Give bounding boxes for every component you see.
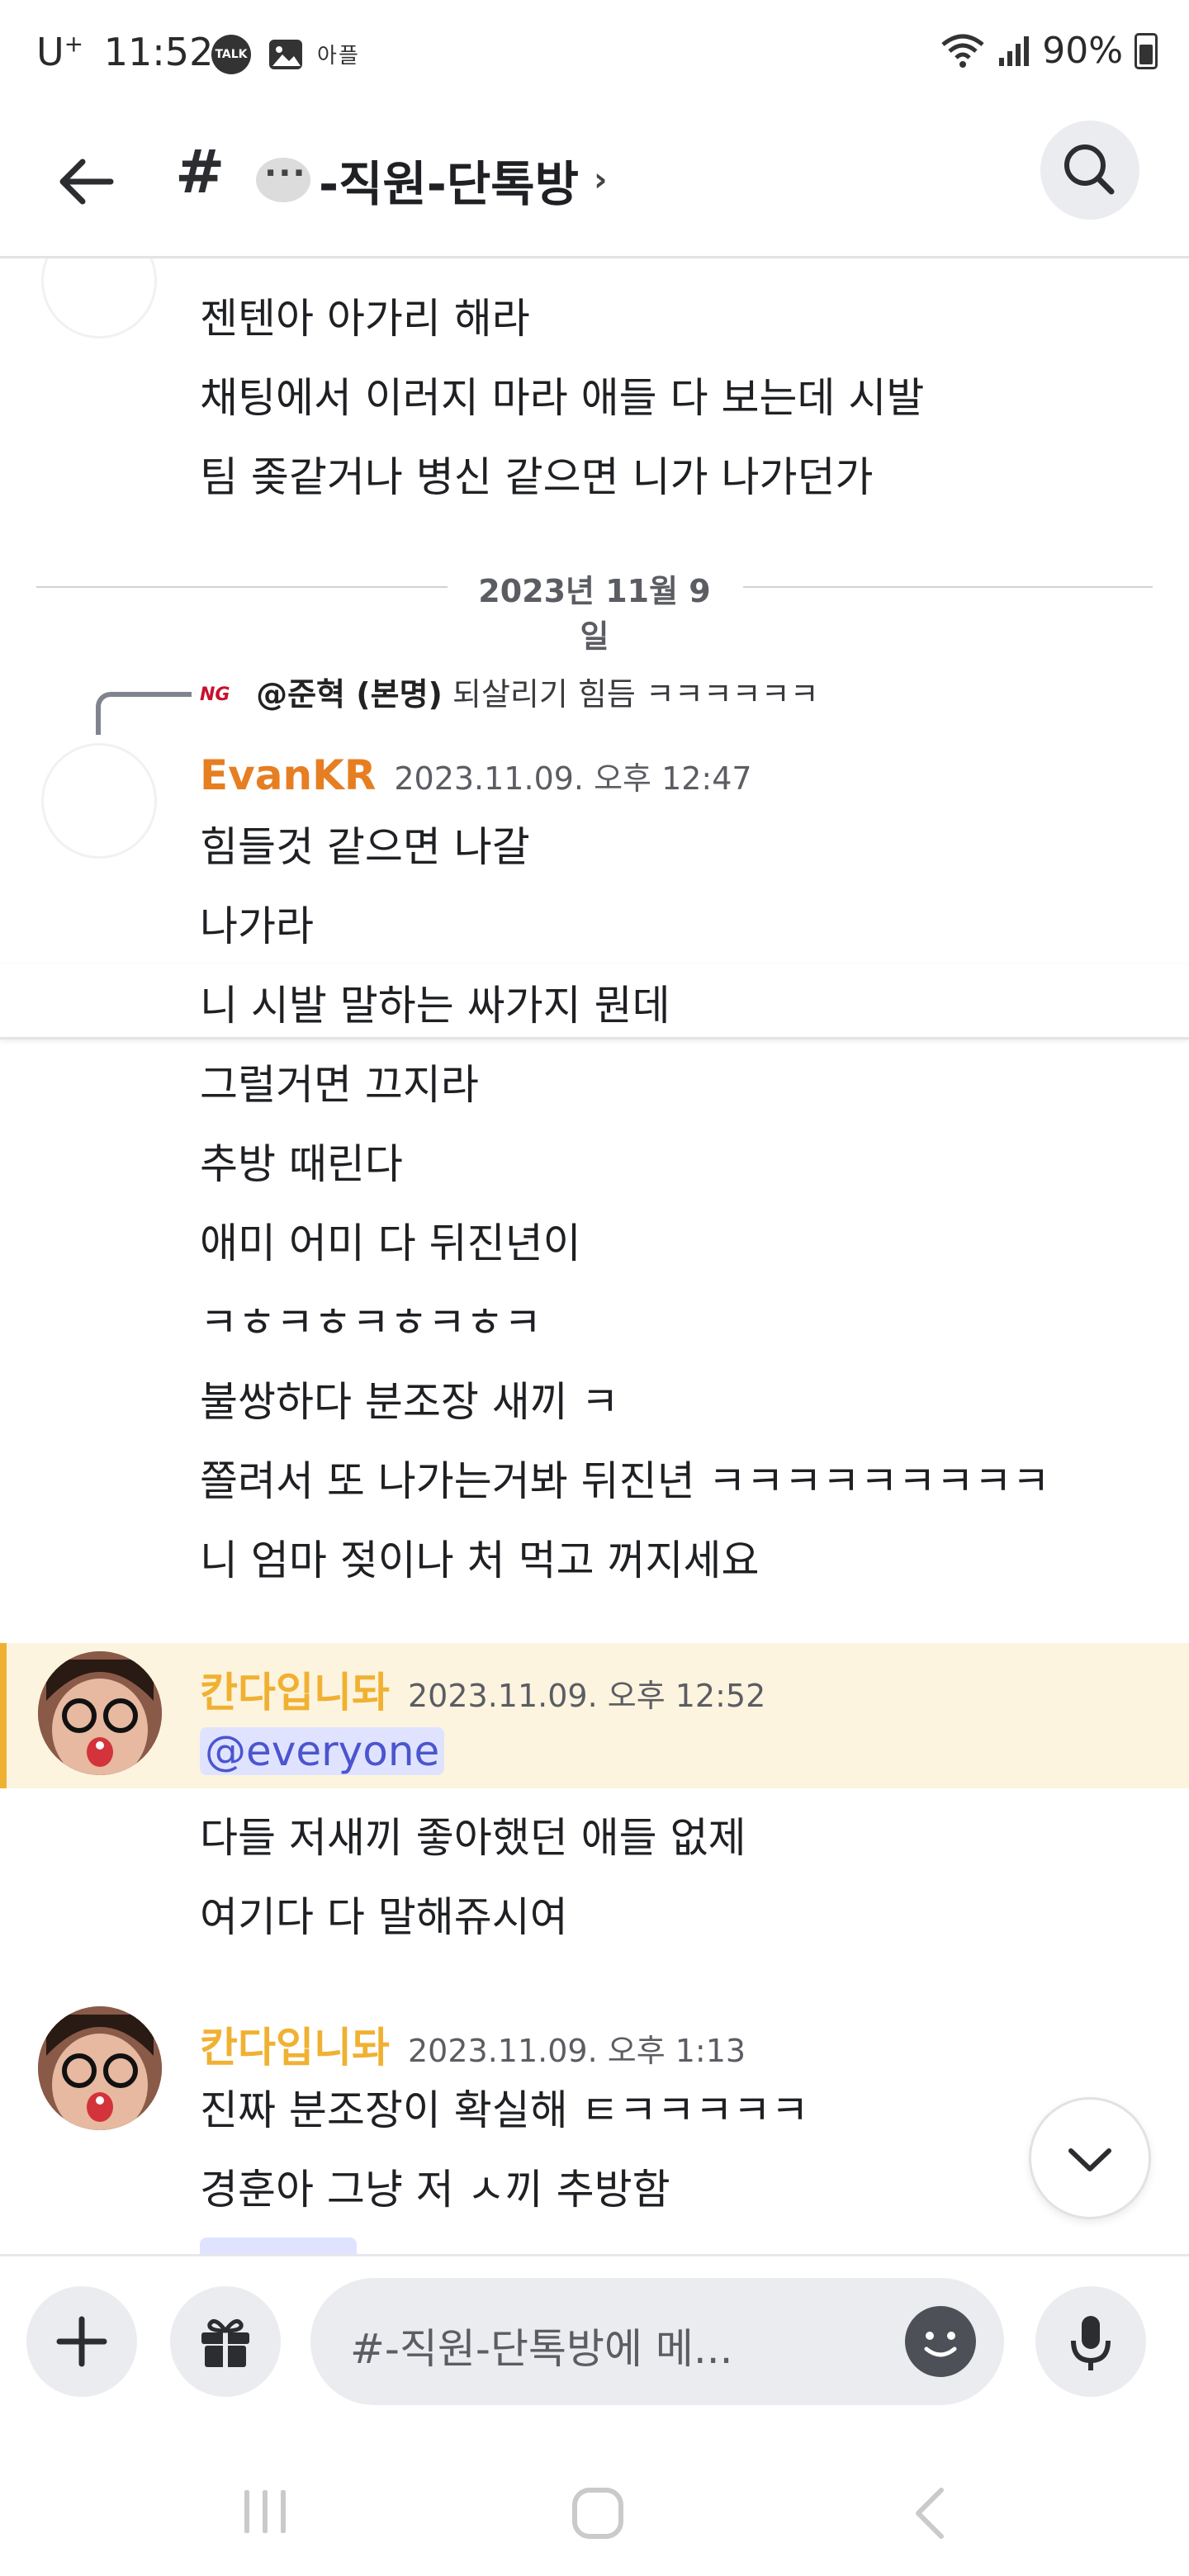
- app-notification-icon: 아플: [317, 35, 360, 74]
- message-line: 애미 어미 다 뒤진년이: [200, 1219, 581, 1267]
- reply-preview[interactable]: NG @준혁 (본명) 되살리기 힘듬 ㅋㅋㅋㅋㅋㅋ: [200, 669, 819, 714]
- nav-back-button[interactable]: [908, 2485, 950, 2545]
- avatar[interactable]: [41, 743, 157, 859]
- voice-button[interactable]: [1035, 2286, 1146, 2397]
- speech-bubble-icon: [256, 154, 310, 202]
- author-name[interactable]: 칸다입니돠: [200, 2024, 390, 2072]
- message-line: 추방 때린다: [200, 1140, 403, 1188]
- arrow-left-icon: [59, 159, 114, 205]
- avatar[interactable]: [38, 2006, 162, 2130]
- status-right: 90%: [940, 30, 1158, 72]
- plus-icon: [56, 2316, 107, 2367]
- message-line: 진짜 분조장이 확실해 ㅌㅋㅋㅋㅋㅋ: [200, 2086, 809, 2134]
- recent-apps-button[interactable]: [239, 2485, 292, 2541]
- message-line: 젠텐아 아가리 해라: [200, 295, 530, 343]
- divider-rule: [743, 586, 1153, 588]
- carrier-label: U+: [36, 30, 84, 74]
- author-name[interactable]: 칸다입니돠: [200, 1669, 390, 1717]
- battery-icon: [1135, 32, 1158, 69]
- emoji-button[interactable]: [905, 2306, 976, 2377]
- message-input[interactable]: #-직원-단톡방에 메...: [310, 2278, 1004, 2405]
- microphone-icon: [1071, 2316, 1111, 2370]
- reply-text: 되살리기 힘듬 ㅋㅋㅋㅋㅋㅋ: [442, 676, 819, 713]
- message-line: 경훈아 그냥 저 ㅅ끼 추방함: [200, 2166, 670, 2214]
- search-icon: [1064, 144, 1115, 195]
- status-time: U+ 11:52: [36, 30, 214, 74]
- message-timestamp: 2023.11.09. 오후 12:47: [394, 760, 752, 797]
- system-nav-bar: [0, 2427, 1189, 2576]
- chevron-right-icon: ›: [593, 161, 608, 199]
- message-line: 힘들것 같으면 나갈: [200, 823, 530, 871]
- back-button[interactable]: [53, 149, 119, 215]
- message-timestamp: 2023.11.09. 오후 1:13: [408, 2033, 746, 2069]
- date-divider: 2023년 11월 9일: [478, 573, 711, 655]
- reply-connector: [96, 692, 192, 735]
- message-list[interactable]: 젠텐아 아가리 해라 채팅에서 이러지 마라 애들 다 보는데 시발 팀 좆같거…: [0, 256, 1189, 2254]
- signal-icon: [999, 36, 1030, 66]
- channel-header: # -직원-단톡방 ›: [0, 107, 1189, 258]
- partial-mention-pill: [200, 2237, 357, 2254]
- message-header: EvanKR 2023.11.09. 오후 12:47: [200, 751, 752, 799]
- recents-icon: [244, 2490, 286, 2533]
- channel-hash-icon: #: [175, 137, 225, 206]
- channel-name: -직원-단톡방: [319, 156, 579, 212]
- message-line: 다들 저새끼 좋아했던 애들 없제: [200, 1814, 746, 1862]
- clan-tag-icon: NG: [200, 684, 230, 705]
- message-line: 쫄려서 또 나가는거봐 뒤진년 ㅋㅋㅋㅋㅋㅋㅋㅋㅋ: [200, 1457, 1050, 1505]
- scroll-to-bottom-button[interactable]: [1029, 2097, 1151, 2219]
- everyone-mention[interactable]: @everyone: [200, 1727, 445, 1775]
- message-header: 칸다입니돠 2023.11.09. 오후 12:52: [200, 1660, 765, 1719]
- reply-author: @준혁 (본명): [256, 676, 443, 713]
- back-chevron-icon: [916, 2488, 944, 2539]
- chevron-down-icon: [1068, 2148, 1111, 2171]
- gift-button[interactable]: [170, 2286, 281, 2397]
- svg-text:플: 플: [339, 44, 358, 69]
- message-line: 나가라: [200, 902, 314, 950]
- message-line: 팀 좆같거나 병신 같으면 니가 나가던가: [200, 453, 874, 501]
- message-line: 채팅에서 이러지 마라 애들 다 보는데 시발: [200, 374, 925, 422]
- gallery-icon: [266, 35, 306, 74]
- message-header: 칸다입니돠 2023.11.09. 오후 1:13: [200, 2015, 746, 2074]
- message-line: ㅋㅎㅋㅎㅋㅎㅋㅎㅋ: [200, 1299, 542, 1347]
- home-button[interactable]: [570, 2485, 626, 2545]
- divider-rule: [36, 586, 448, 588]
- add-attachment-button[interactable]: [26, 2286, 137, 2397]
- kakaotalk-icon: TALK: [211, 35, 251, 74]
- message-line: 그럴거면 끄지라: [200, 1061, 479, 1109]
- author-name[interactable]: EvanKR: [200, 751, 376, 799]
- avatar[interactable]: [38, 1651, 162, 1775]
- svg-text:아: 아: [317, 44, 337, 69]
- smile-icon: [924, 2332, 957, 2357]
- search-button[interactable]: [1040, 121, 1139, 220]
- message-composer: #-직원-단톡방에 메...: [0, 2254, 1189, 2430]
- channel-title[interactable]: -직원-단톡방 ›: [256, 145, 607, 215]
- battery-percent: 90%: [1042, 30, 1123, 72]
- message-line: 니 시발 말하는 싸가지 뭔데: [200, 982, 670, 1030]
- home-icon: [572, 2488, 623, 2539]
- message-line: 니 엄마 젖이나 처 먹고 꺼지세요: [200, 1537, 760, 1584]
- message-line: 불쌍하다 분조장 새끼 ㅋ: [200, 1378, 619, 1426]
- message-line: 여기다 다 말해쥬시여: [200, 1893, 568, 1941]
- status-bar: U+ 11:52 TALK 아플 90%: [0, 0, 1189, 107]
- message-timestamp: 2023.11.09. 오후 12:52: [408, 1678, 766, 1714]
- message-input-placeholder: #-직원-단톡방에 메...: [350, 2325, 733, 2373]
- gift-icon: [201, 2318, 249, 2367]
- avatar[interactable]: [41, 256, 157, 339]
- wifi-icon: [941, 34, 984, 68]
